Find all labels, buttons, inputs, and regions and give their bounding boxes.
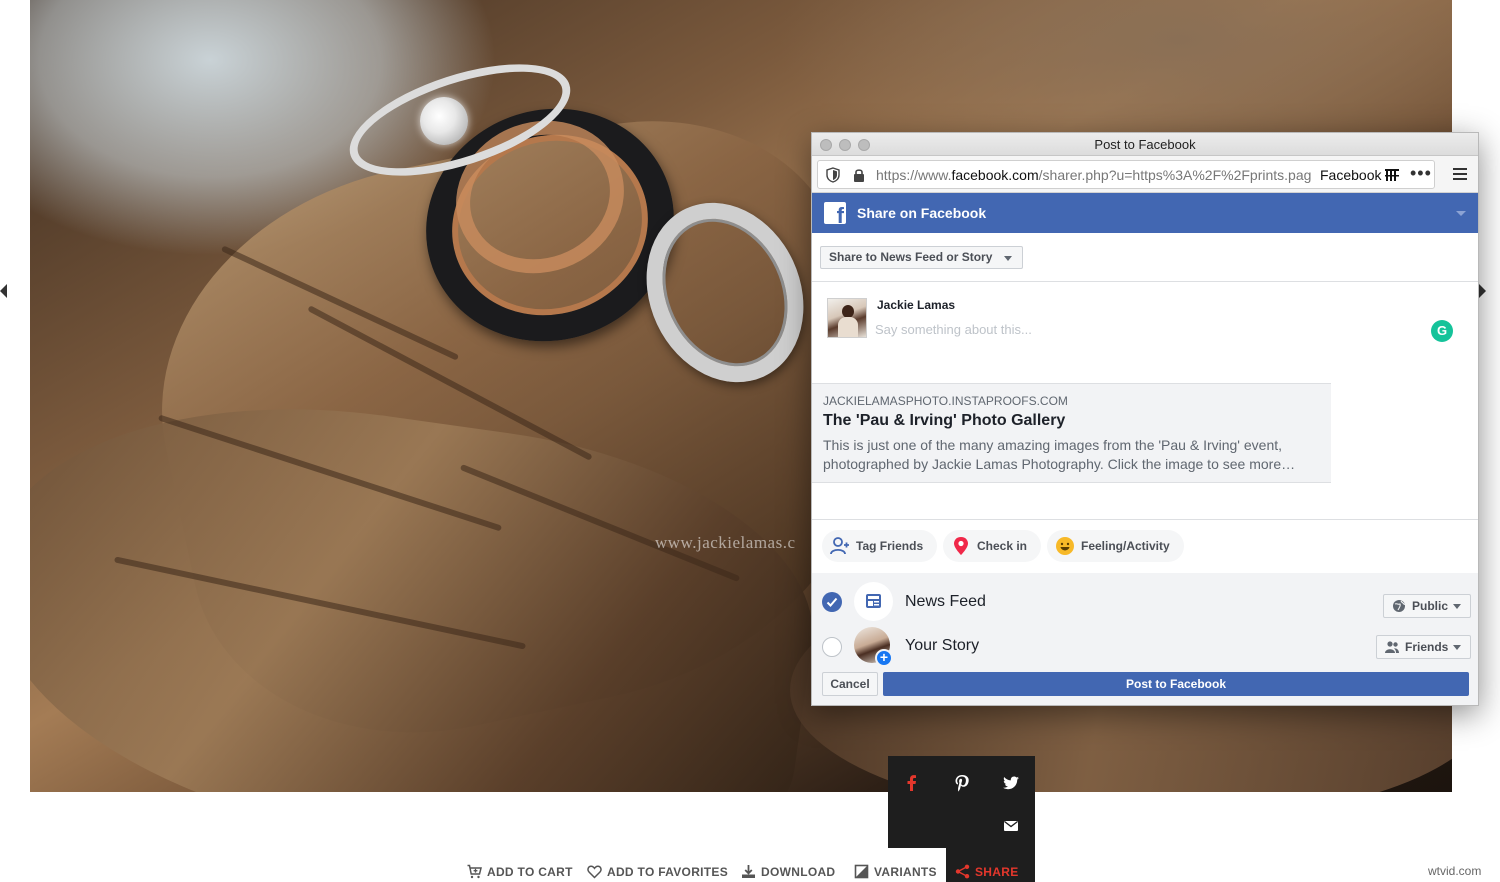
- link-domain: JACKIELAMASPHOTO.INSTAPROOFS.COM: [823, 394, 1068, 408]
- grammarly-icon[interactable]: G: [1431, 320, 1453, 342]
- news-feed-label: News Feed: [905, 593, 986, 610]
- check-in-button[interactable]: Check in: [943, 530, 1042, 562]
- friends-icon: [1385, 641, 1399, 653]
- email-icon[interactable]: [1001, 816, 1021, 836]
- download-button[interactable]: DOWNLOAD: [741, 862, 835, 882]
- share-icon: [955, 864, 970, 879]
- audience-selector: News Feed Public + Your Story Friends Ca…: [812, 573, 1478, 705]
- location-pin-icon: [954, 537, 968, 555]
- link-preview-card[interactable]: JACKIELAMASPHOTO.INSTAPROOFS.COM The 'Pa…: [812, 383, 1331, 483]
- download-icon: [742, 865, 755, 878]
- news-feed-privacy-dropdown[interactable]: Public: [1383, 594, 1472, 618]
- tag-friends-button[interactable]: Tag Friends: [822, 530, 938, 562]
- photo-watermark: www.jackielamas.c: [655, 533, 796, 552]
- previous-arrow-icon[interactable]: [0, 284, 7, 298]
- news-feed-icon: [854, 582, 893, 621]
- site-watermark: wtvid.com: [1428, 864, 1482, 878]
- header-title: Share on Facebook: [857, 205, 987, 221]
- shield-icon[interactable]: [826, 167, 840, 183]
- window-title: Post to Facebook: [1094, 137, 1196, 152]
- user-name: Jackie Lamas: [877, 298, 956, 312]
- page-actions-icon[interactable]: •••: [1410, 163, 1432, 184]
- globe-icon: [1393, 600, 1406, 612]
- hamburger-menu-icon[interactable]: [1450, 164, 1470, 184]
- tag-friends-icon: [830, 537, 849, 555]
- facebook-icon[interactable]: [902, 773, 922, 793]
- post-message-input[interactable]: [875, 319, 1375, 339]
- link-description: This is just one of the many amazing ima…: [823, 437, 1296, 472]
- share-target-dropdown[interactable]: Share to News Feed or Story: [820, 246, 1024, 269]
- lock-icon[interactable]: [852, 167, 866, 183]
- pinterest-icon[interactable]: [952, 773, 972, 793]
- variants-button[interactable]: VARIANTS: [854, 862, 937, 882]
- header-chevron-down-icon[interactable]: [1456, 211, 1466, 216]
- reader-mode-icon: [1385, 169, 1400, 181]
- share-menu: [888, 756, 1035, 848]
- divider: [812, 281, 1478, 282]
- add-to-cart-button[interactable]: ADD TO CART: [467, 862, 573, 882]
- your-story-privacy-dropdown[interactable]: Friends: [1376, 635, 1472, 659]
- caret-down-icon: [1453, 645, 1462, 650]
- facebook-logo-icon: f: [824, 202, 846, 224]
- cart-plus-icon: [467, 864, 482, 879]
- facebook-share-window: Post to Facebook https://www.facebook.co…: [811, 132, 1479, 706]
- caret-down-icon: [1453, 604, 1462, 609]
- next-arrow-icon[interactable]: [1479, 284, 1486, 298]
- smiley-face-icon: [1056, 537, 1074, 555]
- caret-down-icon: [1004, 256, 1013, 261]
- divider: [812, 519, 1478, 520]
- news-feed-checkbox[interactable]: [822, 592, 842, 612]
- add-story-plus-icon: +: [875, 649, 893, 667]
- facebook-header: f Share on Facebook: [812, 193, 1478, 233]
- share-button[interactable]: SHARE: [955, 862, 1019, 882]
- twitter-icon[interactable]: [1001, 773, 1021, 793]
- add-to-favorites-button[interactable]: ADD TO FAVORITES: [587, 862, 728, 882]
- page: www.jackielamas.c Post to Facebook https…: [0, 0, 1500, 882]
- window-titlebar: Post to Facebook: [812, 133, 1478, 156]
- diamond: [420, 97, 468, 145]
- heart-icon: [587, 865, 602, 879]
- address-bar: https://www.facebook.com/sharer.php?u=ht…: [812, 156, 1478, 193]
- checkmark-icon: [826, 597, 838, 607]
- post-to-facebook-button[interactable]: Post to Facebook: [883, 672, 1469, 696]
- user-avatar: [827, 298, 867, 338]
- url-text: https://www.facebook.com/sharer.php?u=ht…: [876, 167, 1312, 183]
- cancel-button[interactable]: Cancel: [822, 672, 878, 696]
- reader-view-button[interactable]: Facebook: [1320, 167, 1400, 183]
- link-title: The 'Pau & Irving' Photo Gallery: [823, 412, 1066, 429]
- feeling-activity-button[interactable]: Feeling/Activity: [1047, 530, 1184, 562]
- your-story-label: Your Story: [905, 637, 980, 654]
- your-story-checkbox[interactable]: [822, 637, 842, 657]
- url-field[interactable]: https://www.facebook.com/sharer.php?u=ht…: [817, 160, 1435, 189]
- variants-icon: [854, 864, 869, 879]
